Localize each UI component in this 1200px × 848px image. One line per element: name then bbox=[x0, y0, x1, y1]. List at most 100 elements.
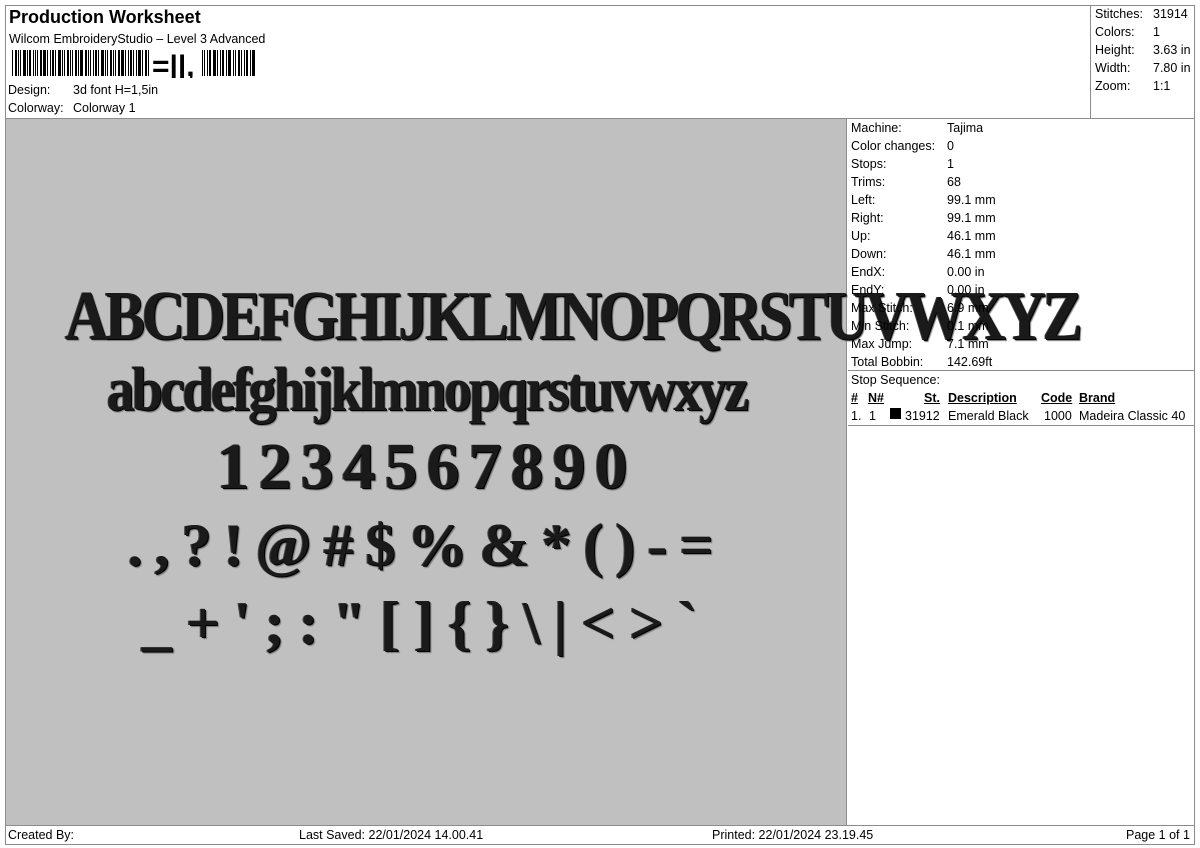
stat-label-height: Height: bbox=[1095, 43, 1135, 57]
machine-divider bbox=[848, 370, 1195, 371]
barcode-bar bbox=[241, 50, 242, 76]
row-needle: 1 bbox=[869, 409, 876, 423]
design-row-symbols-2: _+';:"[]{}\|<>` bbox=[141, 590, 712, 656]
barcode-bar bbox=[238, 50, 240, 76]
barcode-bar bbox=[43, 50, 46, 76]
created-by: Created By: bbox=[8, 828, 75, 842]
machine-value: Tajima bbox=[947, 121, 984, 135]
barcode-bar bbox=[121, 50, 124, 76]
barcode-bar bbox=[226, 50, 227, 76]
stat-value-stitches: 31914 bbox=[1153, 7, 1188, 21]
endy-label: EndY: bbox=[851, 283, 885, 297]
barcode-bar bbox=[133, 50, 134, 76]
total-bobbin-label: Total Bobbin: bbox=[851, 355, 924, 369]
barcode-bar bbox=[70, 50, 71, 76]
machine-label: Machine: bbox=[851, 121, 902, 135]
last-saved: Last Saved: 22/01/2024 14.00.41 bbox=[299, 828, 484, 842]
barcode-bar bbox=[252, 50, 255, 76]
color-changes-label: Color changes: bbox=[851, 139, 936, 153]
left-value: 99.1 mm bbox=[947, 193, 996, 207]
barcode-bar bbox=[93, 50, 94, 76]
barcode-bar bbox=[29, 50, 31, 76]
endy-value: 0.00 in bbox=[947, 283, 985, 297]
table-divider bbox=[848, 425, 1195, 426]
page-title: Production Worksheet bbox=[9, 7, 201, 27]
barcode-bar bbox=[107, 50, 108, 76]
barcode-bar bbox=[202, 50, 203, 76]
min-stitch-value: 0.1 mm bbox=[947, 319, 989, 333]
down-value: 46.1 mm bbox=[947, 247, 996, 261]
barcode-bar bbox=[220, 50, 221, 76]
stat-value-width: 7.80 in bbox=[1153, 61, 1191, 75]
barcode-bar bbox=[85, 50, 87, 76]
row-description: Emerald Black bbox=[948, 409, 1029, 423]
row-brand: Madeira Classic 40 bbox=[1079, 409, 1186, 423]
barcode-bar bbox=[207, 50, 208, 76]
barcode-bar bbox=[213, 50, 216, 76]
row-num: 1. bbox=[851, 409, 862, 423]
barcode-bar bbox=[142, 50, 143, 76]
barcode-bar bbox=[128, 50, 129, 76]
barcode-bar bbox=[52, 50, 54, 76]
barcode-bar bbox=[18, 50, 19, 76]
barcode-bar bbox=[12, 50, 13, 76]
barcode-bar bbox=[58, 50, 61, 76]
design-row-lowercase: abcdefghijklmnopqrstuvwxyz bbox=[106, 356, 749, 424]
barcode-bar bbox=[222, 50, 224, 76]
max-stitch-label: Max Stitch: bbox=[851, 301, 913, 315]
col-header-needle: N# bbox=[868, 391, 884, 405]
barcode-bar bbox=[136, 50, 137, 76]
total-bobbin-value: 142.69ft bbox=[947, 355, 993, 369]
design-row-symbols-1: .,?!@#$%&*()-= bbox=[127, 512, 726, 578]
barcode-bar bbox=[20, 50, 21, 76]
barcode-bar bbox=[113, 50, 114, 76]
colorway-label: Colorway: bbox=[8, 101, 64, 115]
page-number: Page 1 of 1 bbox=[1126, 828, 1190, 842]
barcode-bar bbox=[235, 50, 236, 76]
software-subtitle: Wilcom EmbroideryStudio – Level 3 Advanc… bbox=[9, 32, 266, 46]
barcode-bar bbox=[101, 50, 104, 76]
col-header-stitches: St. bbox=[924, 391, 940, 405]
barcode-bar bbox=[115, 50, 116, 76]
stat-value-colors: 1 bbox=[1153, 25, 1160, 39]
up-label: Up: bbox=[851, 229, 871, 243]
barcode-bar bbox=[138, 50, 141, 76]
barcode-bar bbox=[105, 50, 106, 76]
barcode-bar bbox=[90, 50, 91, 76]
barcode-bar bbox=[67, 50, 69, 76]
col-header-code: Code bbox=[1041, 391, 1073, 405]
barcode-bar bbox=[228, 50, 231, 76]
row-stitches: 31912 bbox=[905, 409, 940, 423]
max-jump-value: 7.1 mm bbox=[947, 337, 989, 351]
col-header-description: Description bbox=[948, 391, 1017, 405]
printed-date: Printed: 22/01/2024 23.19.45 bbox=[712, 828, 874, 842]
barcode-bar bbox=[130, 50, 132, 76]
design-row-digits: 1234567890 bbox=[216, 430, 637, 503]
stat-label-colors: Colors: bbox=[1095, 25, 1135, 39]
barcode-bar bbox=[98, 50, 99, 76]
trims-label: Trims: bbox=[851, 175, 886, 189]
design-value: 3d font H=1,5in bbox=[73, 83, 159, 97]
barcode-bar bbox=[50, 50, 51, 76]
stop-sequence-title: Stop Sequence: bbox=[851, 373, 940, 387]
stops-value: 1 bbox=[947, 157, 954, 171]
endx-label: EndX: bbox=[851, 265, 886, 279]
stat-label-zoom: Zoom: bbox=[1095, 79, 1131, 93]
barcode-bar bbox=[95, 50, 97, 76]
barcode-bar bbox=[27, 50, 28, 76]
barcode-bar bbox=[62, 50, 63, 76]
col-header-brand: Brand bbox=[1079, 391, 1116, 405]
barcode-bar bbox=[204, 50, 205, 76]
row-code: 1000 bbox=[1044, 409, 1072, 423]
barcode-bar bbox=[244, 50, 245, 76]
max-stitch-value: 6.9 mm bbox=[947, 301, 989, 315]
barcode-bar bbox=[78, 50, 79, 76]
up-value: 46.1 mm bbox=[947, 229, 996, 243]
barcode-bar bbox=[246, 50, 248, 76]
design-preview: ABCDEFGHIJKLMNOPQRSTUVWXYZ abcdefghijklm… bbox=[6, 119, 1083, 825]
barcode-bar bbox=[209, 50, 211, 76]
barcode: =||, bbox=[12, 50, 257, 83]
barcode-bar bbox=[72, 50, 73, 76]
stat-label-stitches: Stitches: bbox=[1095, 7, 1143, 21]
barcode-bar bbox=[15, 50, 17, 76]
